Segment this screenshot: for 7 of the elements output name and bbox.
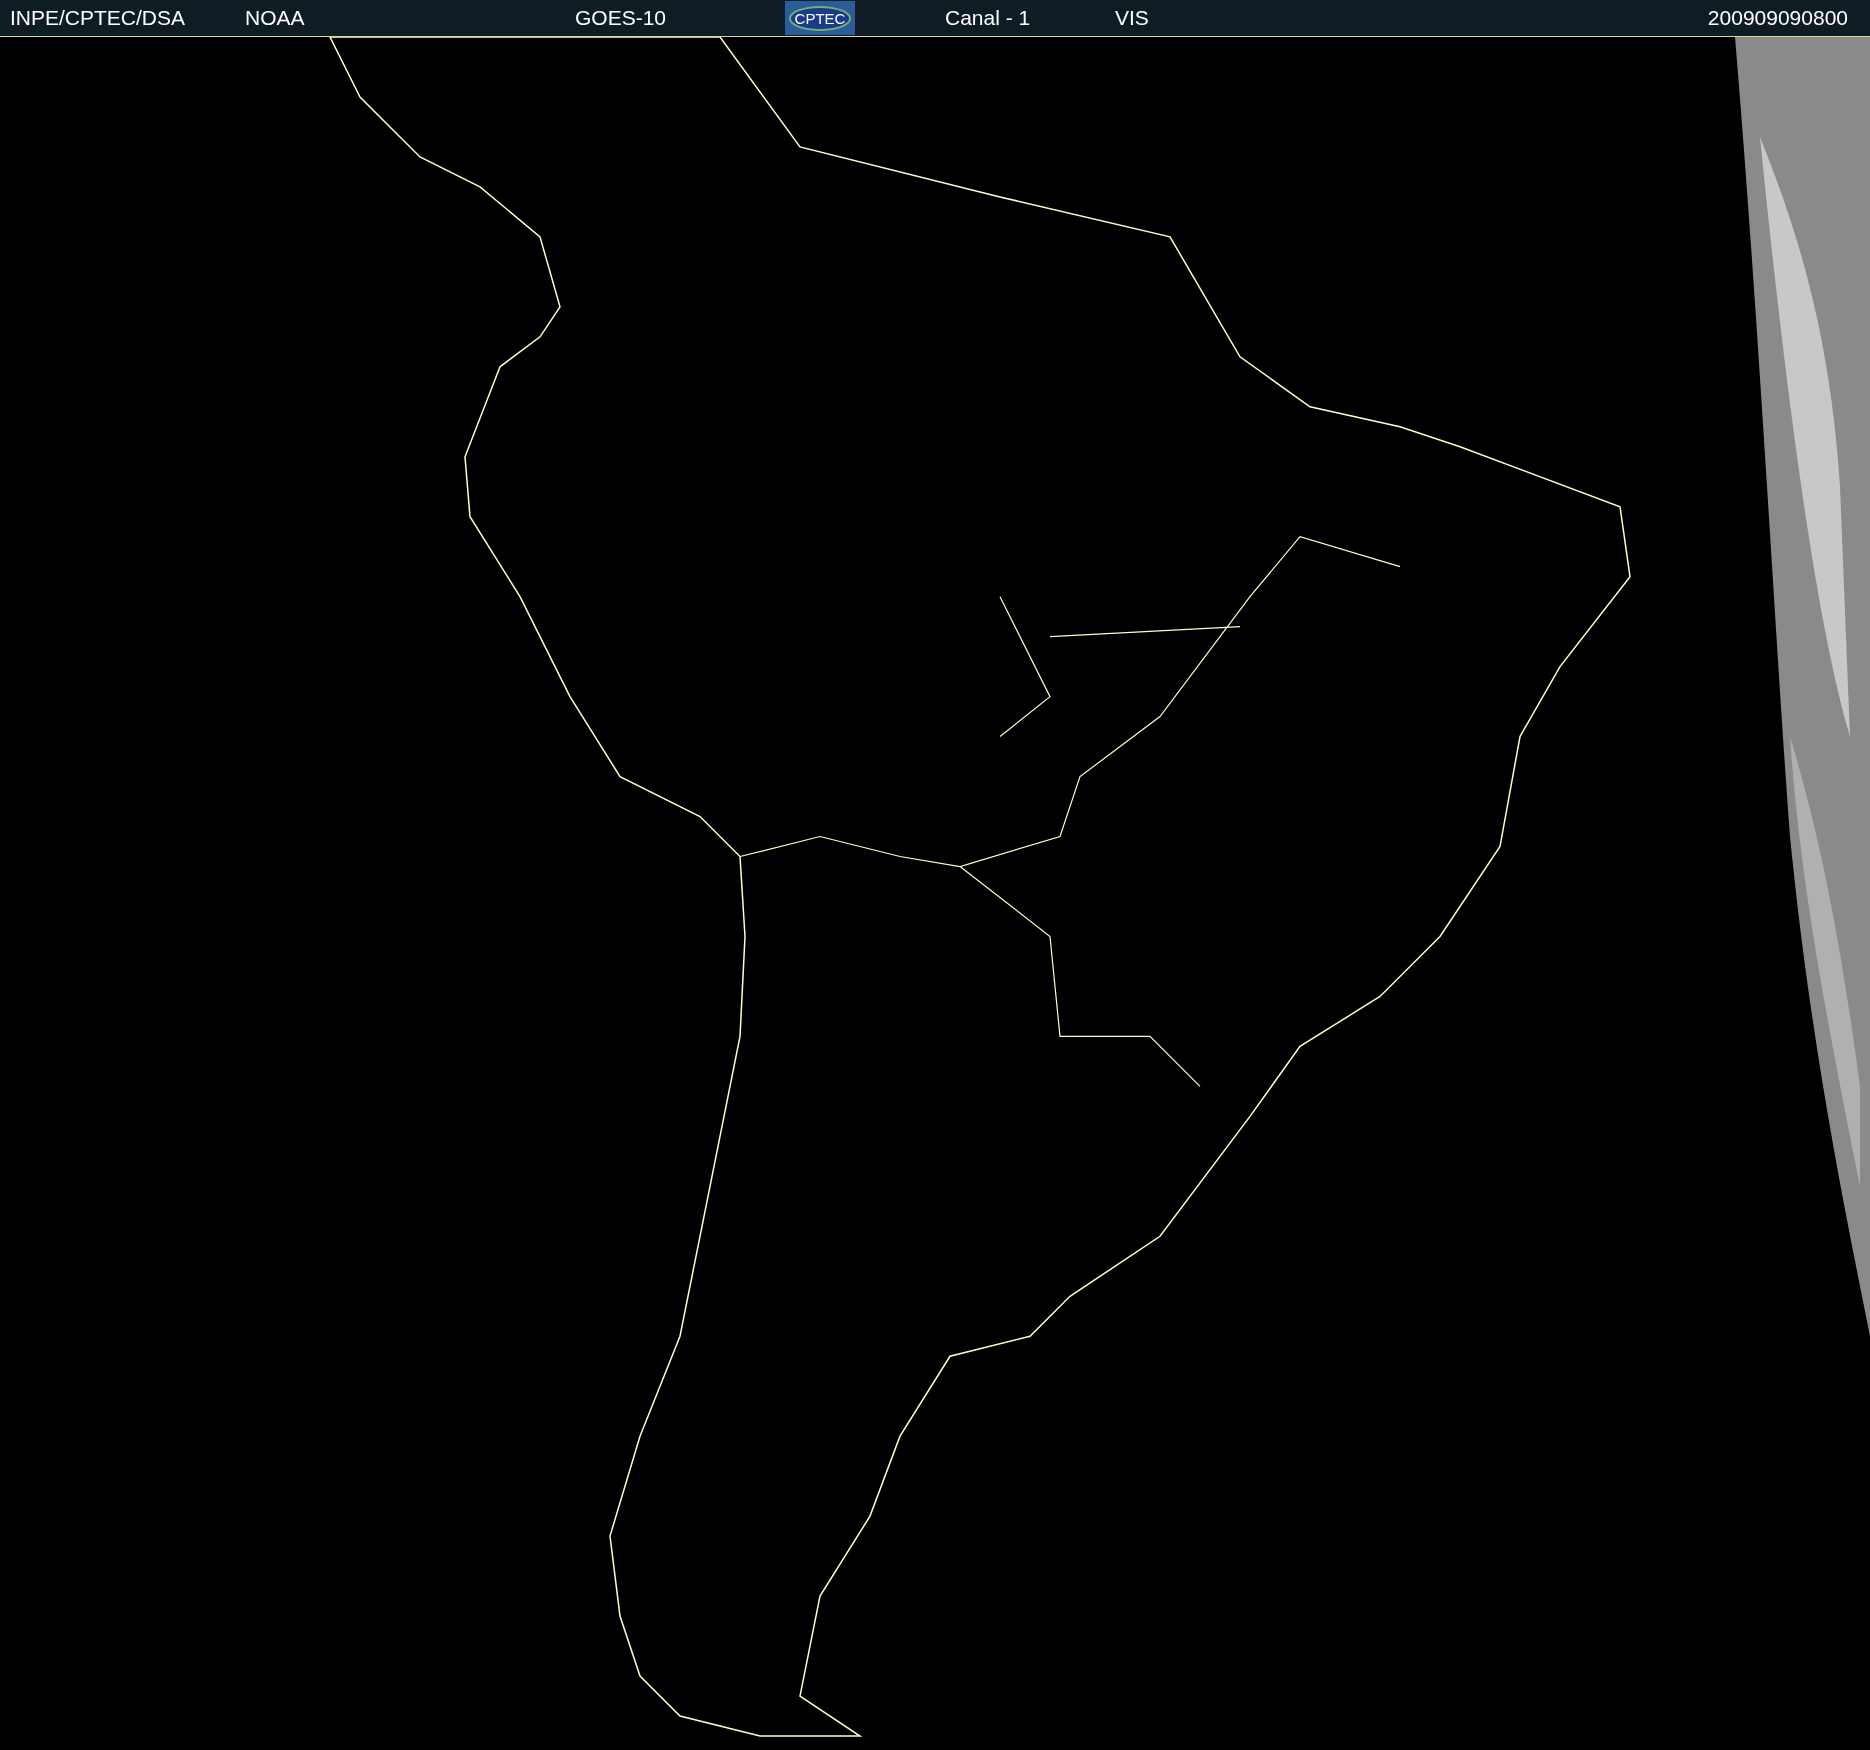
header-label: 200909090800 xyxy=(1707,6,1848,30)
header-label: Canal - 1 xyxy=(945,6,1032,30)
header-label: NOAA xyxy=(245,6,306,30)
header-label: INPE/CPTEC/DSA xyxy=(10,6,187,30)
header-label: VIS xyxy=(1115,6,1150,30)
header-label: GOES-10 xyxy=(575,6,668,30)
logo: CPTEC xyxy=(785,1,855,35)
